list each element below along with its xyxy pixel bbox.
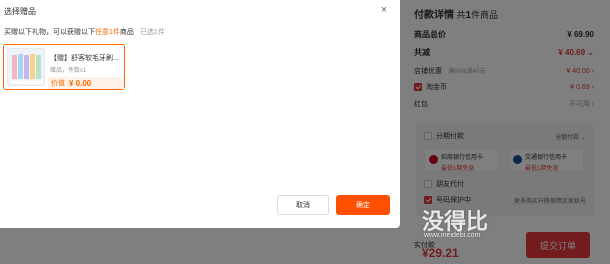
selected-count: 已选1件 [139,29,165,36]
gift-price: 价值 ¥ 0.00 [48,77,124,89]
gift-name: 【赠】舒客软毛牙刷... [50,55,119,62]
cancel-button[interactable]: 取消 [277,195,329,215]
gift-meta: 赠品，件数x1 [50,68,87,74]
gift-selection-dialog: 选择赠品 × 买赠以下礼物，可以获赠以下任意1件商品 已选1件 【赠】舒客软毛牙刷… [0,0,400,228]
dialog-subtitle: 买赠以下礼物，可以获赠以下任意1件商品 已选1件 [4,29,165,36]
checkout-page: 付款详情 共1件商品 商品总价 ¥ 69.90 共减 ¥ 40.69 ⌄ 店铺优… [0,0,610,264]
dialog-title: 选择赠品 [4,7,36,16]
gift-item-card[interactable]: 【赠】舒客软毛牙刷... 赠品，件数x1 价值 ¥ 0.00 [3,44,125,90]
toothbrush-product-image [7,48,45,86]
confirm-button[interactable]: 确定 [336,195,390,215]
watermark-url: www.meidebi.com [424,232,481,239]
close-icon[interactable]: × [378,4,390,16]
